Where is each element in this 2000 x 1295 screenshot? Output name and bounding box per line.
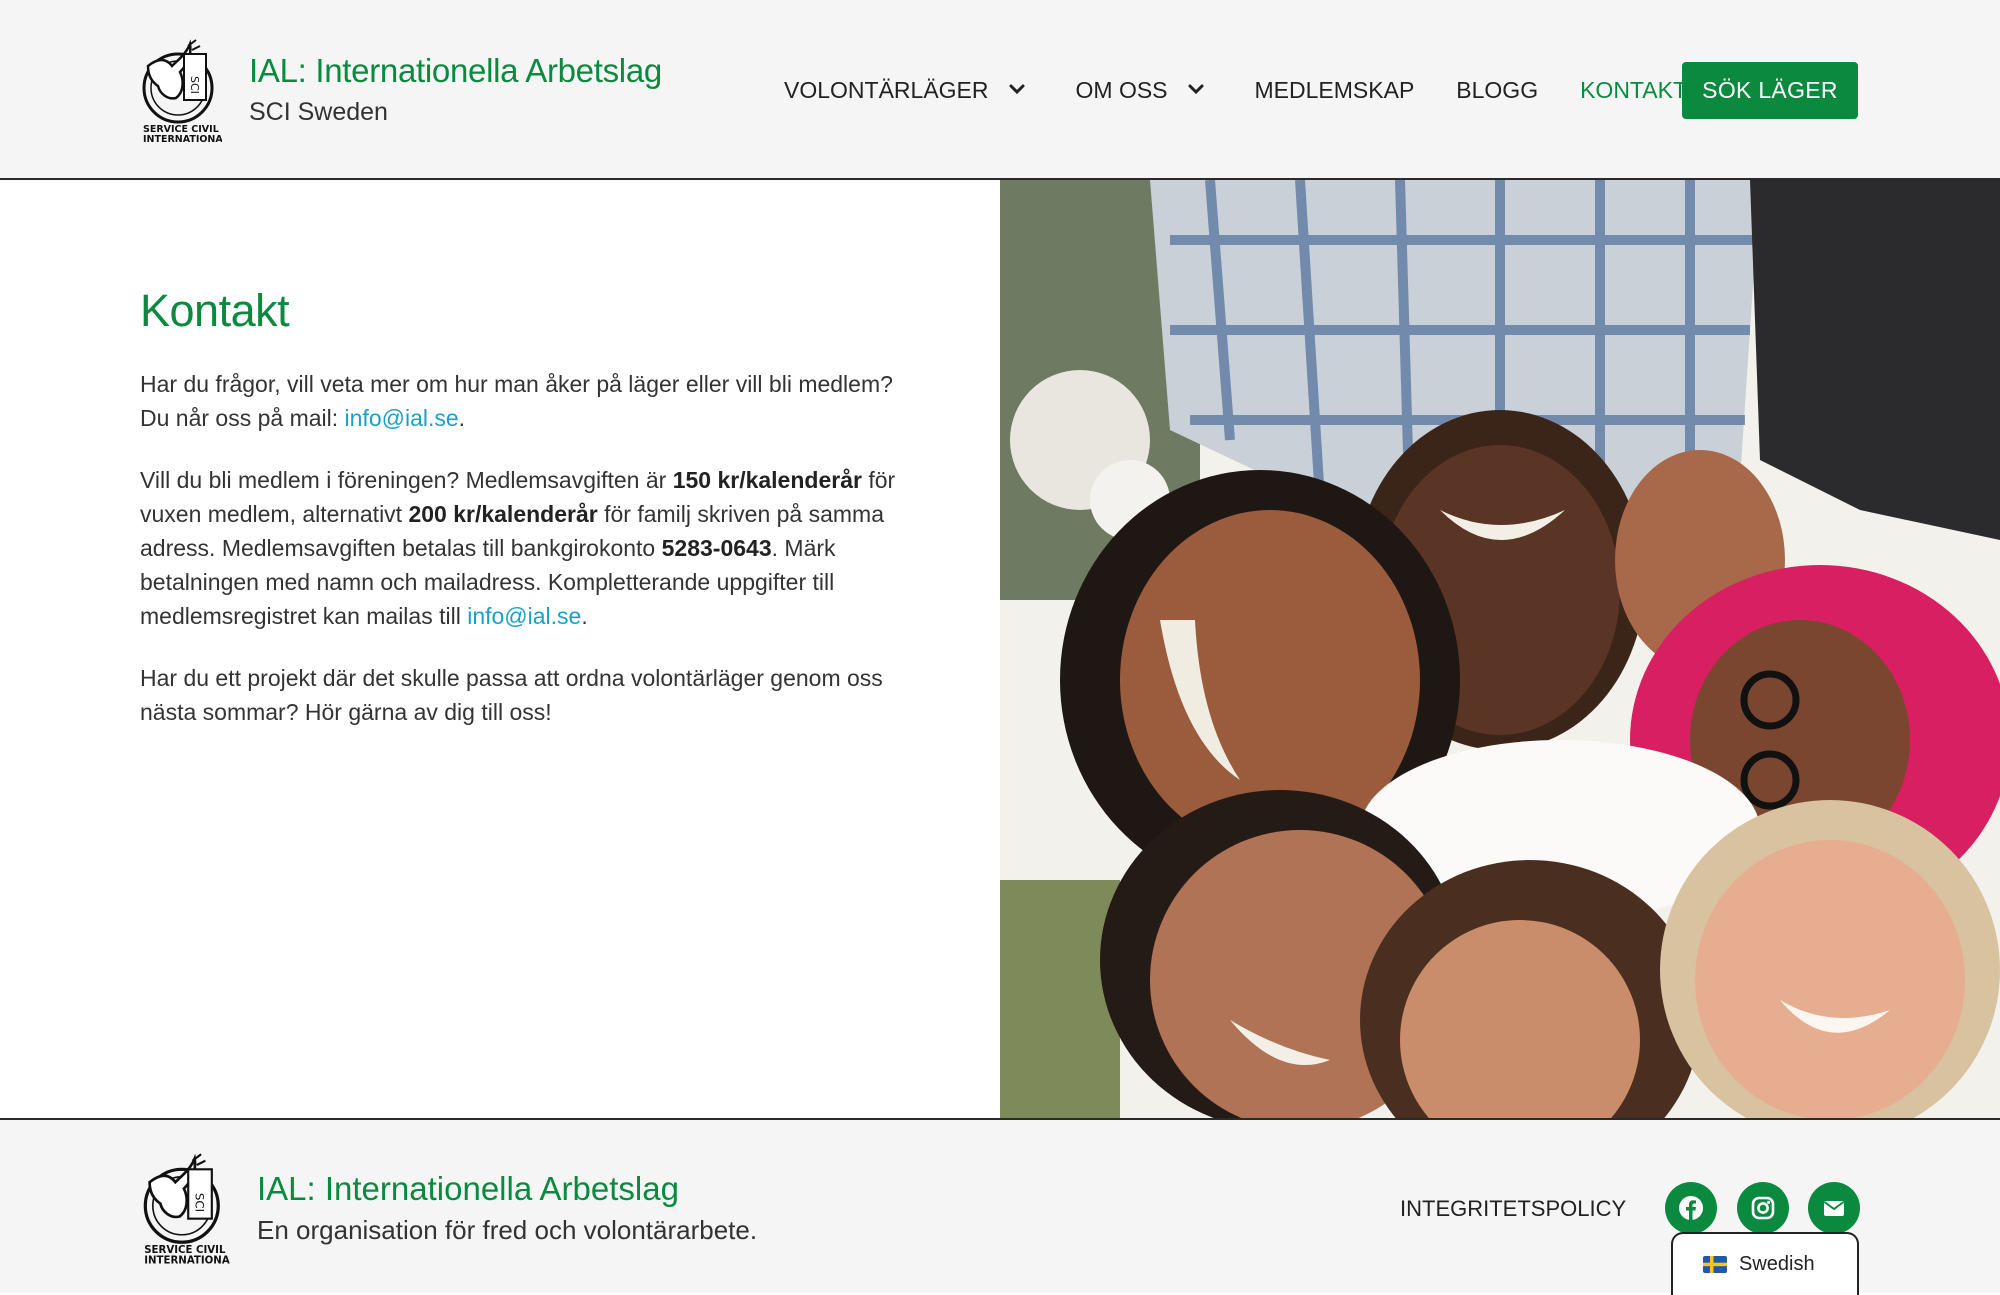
site-footer: SCI SERVICE CIVIL INTERNATIONAL IAL: Int… <box>0 1118 2000 1295</box>
svg-text:SCI: SCI <box>193 1193 207 1212</box>
site-header: SCI SERVICE CIVIL INTERNATIONAL IAL: Int… <box>0 0 2000 180</box>
nav-item-label: VOLONTÄRLÄGER <box>784 76 989 103</box>
sci-logo[interactable]: SCI SERVICE CIVIL INTERNATIONAL <box>140 1150 230 1268</box>
nav-item-label: BLOGG <box>1456 76 1539 103</box>
svg-text:SERVICE CIVIL: SERVICE CIVIL <box>144 1245 226 1256</box>
svg-text:INTERNATIONAL: INTERNATIONAL <box>144 1256 230 1267</box>
privacy-policy-link[interactable]: INTEGRITETSPOLICY <box>1400 1196 1626 1222</box>
nav-item-om-oss[interactable]: OM OSS <box>1076 77 1210 104</box>
paragraph-text: . <box>458 405 466 431</box>
contact-section: Kontakt Har du frågor, vill veta mer om … <box>140 285 900 757</box>
language-switcher[interactable]: Swedish <box>1671 1232 1859 1295</box>
svg-text:SCI: SCI <box>188 76 201 94</box>
membership-paragraph: Vill du bli medlem i föreningen? Medlems… <box>140 463 900 633</box>
swedish-flag-icon <box>1703 1256 1727 1273</box>
brand-title[interactable]: IAL: Internationella Arbetslag <box>249 52 662 90</box>
email-link[interactable]: info@ial.se <box>345 405 459 431</box>
nav-item-kontakt[interactable]: KONTAKT <box>1580 77 1687 104</box>
envelope-icon <box>1823 1201 1845 1216</box>
search-camps-button[interactable]: SÖK LÄGER <box>1682 62 1858 119</box>
nav-item-blogg[interactable]: BLOGG <box>1456 77 1538 104</box>
brand-subtitle: SCI Sweden <box>249 98 388 126</box>
nav-item-label: KONTAKT <box>1580 76 1688 103</box>
svg-text:INTERNATIONAL: INTERNATIONAL <box>143 134 222 145</box>
contact-paragraph-1: Har du frågor, vill veta mer om hur man … <box>140 367 900 435</box>
adult-fee: 150 kr/kalenderår <box>672 467 862 493</box>
group-photo <box>1000 180 2000 1118</box>
instagram-icon <box>1751 1196 1775 1220</box>
family-fee: 200 kr/kalenderår <box>408 501 598 527</box>
project-paragraph: Har du ett projekt där det skulle passa … <box>140 665 883 725</box>
paragraph-text: Vill du bli medlem i föreningen? Medlems… <box>140 467 673 493</box>
instagram-button[interactable] <box>1737 1182 1789 1234</box>
nav-item-label: MEDLEMSKAP <box>1254 76 1415 103</box>
paragraph-text: . <box>581 603 588 629</box>
email-button[interactable] <box>1808 1182 1860 1234</box>
chevron-down-icon <box>1009 84 1024 95</box>
bankgiro-number: 5283-0643 <box>661 535 772 561</box>
nav-item-medlemskap[interactable]: MEDLEMSKAP <box>1255 77 1415 104</box>
paragraph-text: Har du frågor, vill veta mer om hur man … <box>140 371 893 431</box>
main-navigation: VOLONTÄRLÄGER OM OSS MEDLEMSKAP BLOGG KO… <box>784 0 1687 180</box>
page-title: Kontakt <box>140 285 290 336</box>
sci-logo[interactable]: SCI SERVICE CIVIL INTERNATIONAL <box>140 36 222 146</box>
group-photo-illustration <box>1000 180 2000 1118</box>
chevron-down-icon <box>1188 84 1204 95</box>
email-link[interactable]: info@ial.se <box>467 603 581 629</box>
facebook-icon <box>1679 1196 1703 1220</box>
facebook-button[interactable] <box>1665 1182 1717 1234</box>
footer-title: IAL: Internationella Arbetslag <box>257 1170 679 1207</box>
nav-item-label: OM OSS <box>1075 76 1168 103</box>
nav-item-volontarlager[interactable]: VOLONTÄRLÄGER <box>784 77 1031 104</box>
language-label: Swedish <box>1739 1253 1815 1275</box>
footer-tagline: En organisation för fred och volontärarb… <box>257 1215 758 1245</box>
main-content: Kontakt Har du frågor, vill veta mer om … <box>0 180 2000 1118</box>
